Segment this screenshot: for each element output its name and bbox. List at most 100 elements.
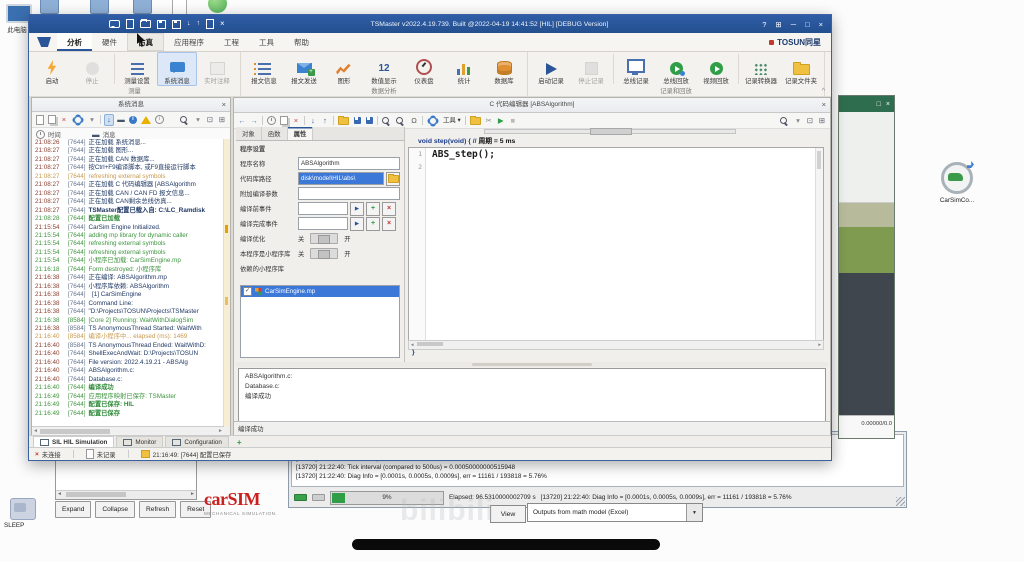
log-row[interactable]: 21:15:54 [7644] 小程序已加载: CarSimEngine.mp	[35, 257, 224, 265]
optimization-toggle[interactable]	[310, 233, 339, 244]
ribbon-button-总线回放[interactable]: 总线回放	[656, 52, 696, 86]
ribbon-button-实时注释[interactable]: 实时注释	[197, 52, 237, 86]
paste-icon[interactable]	[280, 116, 288, 126]
tab-对象[interactable]: 对象	[236, 127, 262, 140]
delete-icon[interactable]: ×	[292, 116, 300, 126]
copy-icon[interactable]	[48, 115, 56, 125]
collapse-button[interactable]: Collapse	[95, 501, 136, 518]
code-path-input[interactable]: disk\model\HIL\abs\	[298, 172, 384, 185]
desktop-file-icon[interactable]	[172, 0, 187, 15]
openlib-icon[interactable]	[469, 115, 481, 126]
export-icon[interactable]: ⊡	[206, 115, 214, 125]
slider-thumb[interactable]	[590, 128, 632, 135]
splitter[interactable]	[236, 362, 828, 367]
log-row[interactable]: 21:16:49 [7644] 应用程序映射已保存: TSMaster	[35, 393, 224, 401]
log-row[interactable]: 21:15:54 [7644] adding mp library for dyna…	[35, 232, 224, 240]
scroll-right-icon[interactable]: ►	[818, 342, 822, 347]
replace-icon[interactable]	[396, 116, 406, 126]
export-icon[interactable]: ↑	[197, 20, 201, 28]
log-row[interactable]: 21:08:27 [7644] TSMaster配置已载入自: C:\LC_Ramd…	[35, 207, 224, 215]
ribbon-button-总线记录[interactable]: 总线记录	[616, 52, 656, 86]
caret-down-icon[interactable]: ▾	[794, 116, 802, 126]
vertical-scrollbar[interactable]	[223, 139, 230, 426]
log-row[interactable]: 21:16:49 [7644] 配置已保存: HIL	[35, 401, 224, 409]
scroll-right-icon[interactable]: ►	[218, 428, 223, 434]
pre-compile-event-input[interactable]	[298, 202, 348, 215]
horizontal-scrollbar[interactable]: ◄ ►	[56, 490, 196, 499]
ribbon-button-报文发送[interactable]: 报文发送	[284, 52, 324, 86]
scroll-left-icon[interactable]: ◄	[33, 428, 38, 434]
ribbon-collapse-icon[interactable]: ^	[822, 88, 825, 95]
log-row[interactable]: 21:08:27 [7644] refreshing external symbol…	[35, 173, 224, 181]
desktop-shortcut-icon[interactable]	[40, 0, 59, 14]
column-message[interactable]: 消息	[103, 130, 116, 139]
clock-icon[interactable]	[267, 116, 276, 126]
feedback-icon[interactable]	[109, 20, 120, 28]
dependency-list[interactable]: ✓ CarSimEngine.mp	[240, 285, 400, 358]
ribbon-button-记录转换器[interactable]: 记录转换器	[741, 52, 781, 86]
close-icon[interactable]: ×	[822, 98, 826, 112]
carsim-listbox[interactable]: ◄ ►	[55, 458, 197, 500]
delete-icon[interactable]: ×	[60, 115, 68, 125]
pick-event-button[interactable]: ▶	[350, 201, 364, 216]
search-icon[interactable]	[180, 115, 190, 125]
symbol-icon[interactable]: Ω	[410, 116, 418, 126]
ribbon-button-测量设置[interactable]: 测量设置	[117, 52, 157, 86]
move-down-icon[interactable]: ↓	[309, 116, 317, 126]
code-lines[interactable]: ABS_step();	[426, 148, 815, 340]
maximize-icon[interactable]: □	[877, 101, 881, 108]
checkbox-icon[interactable]: ✓	[243, 287, 252, 296]
cut-icon[interactable]: ✂	[485, 116, 493, 126]
ribbon-button-视频回放[interactable]: 视频回放	[696, 52, 736, 86]
compile-params-input[interactable]	[298, 187, 400, 200]
menu-tab-工程[interactable]: 工程	[214, 33, 249, 51]
zoom-slider[interactable]	[484, 128, 736, 135]
scroll-left-icon[interactable]: ◄	[57, 491, 62, 497]
about-icon[interactable]: i	[155, 115, 164, 125]
refresh-button[interactable]: Refresh	[139, 501, 177, 518]
save-icon[interactable]	[353, 116, 361, 126]
window-icon[interactable]	[206, 19, 214, 29]
dependency-item[interactable]: ✓ CarSimEngine.mp	[241, 286, 399, 297]
ribbon-button-启动记录[interactable]: 启动记录	[531, 52, 571, 86]
tab-函数[interactable]: 函数	[262, 127, 288, 140]
save-config-icon[interactable]	[157, 19, 166, 29]
program-name-input[interactable]: ABSAlgorithm	[298, 157, 400, 170]
desktop-shortcut-icon[interactable]	[133, 0, 152, 14]
pin-button[interactable]: ⊞	[775, 20, 781, 29]
log-row[interactable]: 21:16:38 [7644] 小程序库依赖: ABSAlgorithm	[35, 283, 224, 291]
sleep-icon[interactable]	[10, 498, 36, 520]
open-config-icon[interactable]	[140, 19, 151, 28]
log-row[interactable]: 21:16:40 [7644] Database.c:	[35, 376, 224, 384]
desktop-app-icon[interactable]	[208, 0, 227, 13]
log-row[interactable]: 21:16:40 [8584] 编译小程序中... elapsed (ms): 14…	[35, 333, 224, 341]
settings-icon[interactable]	[72, 115, 84, 125]
log-row[interactable]: 21:08:27 [7644] 正在加载 C 代码编辑器 [ABSAlgorithm	[35, 181, 224, 189]
log-row[interactable]: 21:08:27 [7644] 正在加载 CAN剩余总线仿真...	[35, 198, 224, 206]
code-editor[interactable]: 12 ABS_step();	[408, 147, 824, 341]
log-row[interactable]: 21:16:38 [7644] Command Line:	[35, 300, 224, 308]
saveall-icon[interactable]	[365, 116, 373, 126]
scroll-right-icon[interactable]: ►	[190, 491, 195, 497]
redo-icon[interactable]: →	[250, 116, 258, 126]
log-row[interactable]: 21:16:40 [7644] 编译成功	[35, 384, 224, 392]
search-icon[interactable]	[382, 116, 392, 126]
resize-grip[interactable]	[896, 497, 905, 506]
browse-folder-button[interactable]	[386, 171, 400, 186]
column-time[interactable]: 时间	[48, 130, 61, 139]
export-icon[interactable]: ⊡	[806, 116, 814, 126]
panel-header[interactable]: 系统消息 ×	[32, 98, 230, 112]
close-button[interactable]: ×	[819, 20, 823, 29]
log-row[interactable]: 21:16:40 [8584] TS AnonymousThread Ended: …	[35, 342, 224, 350]
layout-icon[interactable]: ⊞	[818, 116, 826, 126]
log-row[interactable]: 21:08:27 [7644] 正在加载 CAN / CAN FD 报文信息...	[35, 190, 224, 198]
log-row[interactable]: 21:16:49 [7644] 配置已保存	[35, 410, 224, 418]
app-logo-icon[interactable]	[37, 37, 51, 47]
log-row[interactable]: 21:08:28 [7644] 配置已加载	[35, 215, 224, 223]
ribbon-button-停止记录[interactable]: 停止记录	[571, 52, 611, 86]
ribbon-button-报文信息[interactable]: 报文信息	[244, 52, 284, 86]
log-row[interactable]: 21:16:40 [7644] ShellExecAndWait: D:\Proje…	[35, 350, 224, 358]
pick-event-button[interactable]: ▶	[350, 216, 364, 231]
open-icon[interactable]	[338, 115, 349, 126]
new-config-icon[interactable]	[126, 19, 134, 29]
